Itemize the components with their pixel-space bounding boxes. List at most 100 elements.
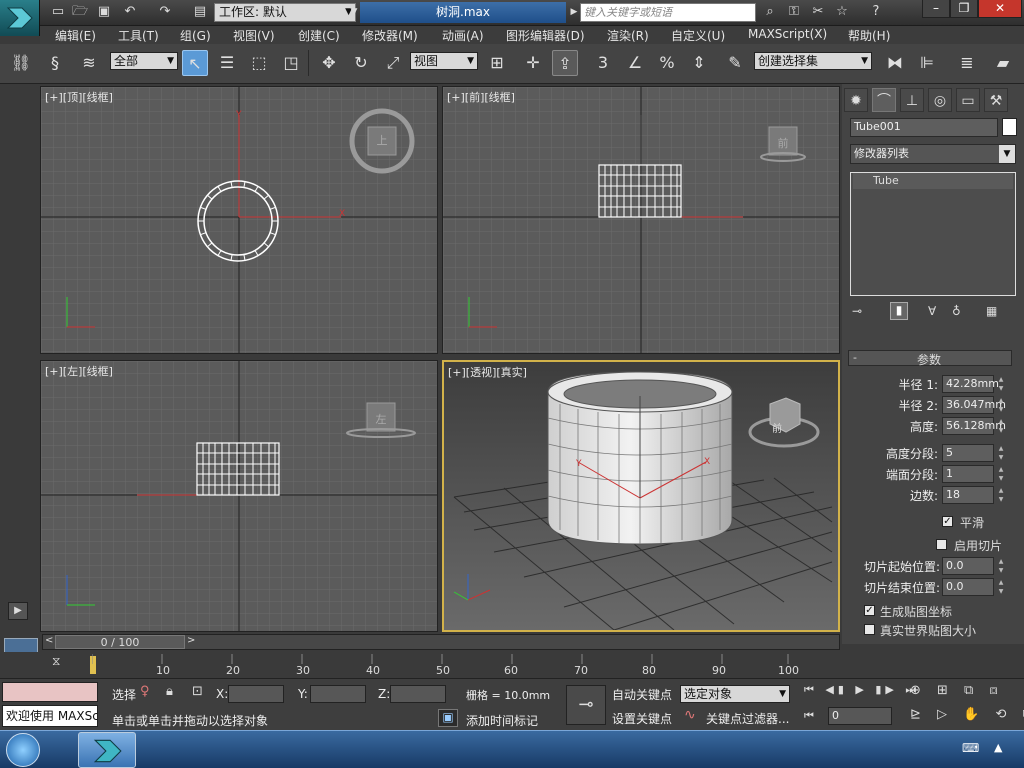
star-icon[interactable]: ☆ — [832, 3, 852, 21]
viewport-label[interactable]: [+][透视][真实] — [448, 364, 527, 380]
view-cube-label[interactable]: 左 — [374, 411, 388, 427]
spinner-icon[interactable]: ▲ ▼ — [997, 465, 1005, 483]
named-selection-dropdown[interactable]: 创建选择集 ▼ — [754, 52, 872, 70]
viewport-front[interactable]: [+][前][线框] 前 — [442, 86, 840, 354]
height-segments-field[interactable]: 5 — [942, 444, 994, 462]
radius1-field[interactable]: 42.28mm — [942, 375, 999, 393]
configure-modifier-sets-icon[interactable]: ▦ — [986, 304, 997, 318]
app-menu-button[interactable] — [0, 0, 40, 36]
time-slider-thumb[interactable]: 0 / 100 — [55, 635, 185, 649]
tray-arrow-icon[interactable]: ▲ — [994, 741, 1002, 754]
menu-maxscript[interactable]: MAXScript(X) — [748, 27, 827, 41]
maximize-button[interactable]: ❐ — [950, 0, 978, 18]
bind-space-warp-icon[interactable]: ≋ — [76, 50, 102, 76]
curve-editor-icon[interactable]: ⧖ — [52, 654, 72, 674]
spinner-icon[interactable]: ▲ ▼ — [997, 375, 1005, 393]
x-coord-field[interactable] — [228, 685, 284, 703]
set-key-button[interactable]: 设置关键点 — [612, 710, 672, 727]
spinner-icon[interactable]: ▲ ▼ — [997, 417, 1005, 435]
play-arrow-icon[interactable]: ▶ — [8, 602, 28, 620]
modify-tab-icon[interactable]: ⌒ — [872, 88, 896, 112]
keyboard-shortcut-override-icon[interactable]: ⇪ — [552, 50, 578, 76]
snap-toggle-icon[interactable]: 3 — [590, 50, 616, 76]
save-file-icon[interactable]: ▣ — [94, 3, 114, 21]
workspace-dropdown[interactable]: 工作区: 默认 ▼ — [214, 3, 356, 22]
display-tab-icon[interactable]: ▭ — [956, 88, 980, 112]
modifier-list-dropdown[interactable]: 修改器列表 ▼ — [850, 144, 1016, 164]
view-cube-label[interactable]: 前 — [770, 420, 784, 435]
keyboard-icon[interactable]: ⌨ — [962, 741, 979, 755]
menu-modifiers[interactable]: 修改器(M) — [362, 27, 418, 44]
isolate-selection-icon[interactable]: ♀ — [140, 684, 150, 699]
undo-icon[interactable]: ↶ — [120, 3, 140, 21]
spinner-icon[interactable]: ▲ ▼ — [997, 486, 1005, 504]
smooth-checkbox[interactable]: ✓ — [942, 516, 953, 527]
lock-selection-icon[interactable]: 🔒︎ — [166, 684, 173, 699]
minimize-button[interactable]: – — [922, 0, 950, 18]
absolute-mode-icon[interactable]: ⊡ — [192, 684, 203, 699]
search-input[interactable]: 键入关键字或短语 — [580, 3, 756, 22]
menu-help[interactable]: 帮助(H) — [848, 27, 890, 44]
edit-named-selection-icon[interactable]: ✎ — [722, 50, 748, 76]
menu-view[interactable]: 视图(V) — [233, 27, 275, 44]
scale-icon[interactable]: ⤢ — [380, 50, 406, 76]
time-tag-icon[interactable]: ▣ — [438, 709, 458, 727]
taskbar-app-max[interactable] — [78, 732, 136, 768]
maxscript-listener[interactable]: 欢迎使用 MAXSc — [2, 705, 98, 727]
select-manipulate-icon[interactable]: ✛ — [520, 50, 546, 76]
pivot-center-icon[interactable]: ⊞ — [484, 50, 510, 76]
angle-snap-icon[interactable]: ∠ — [622, 50, 648, 76]
open-file-icon[interactable]: 🗁 — [70, 3, 90, 21]
layer-manager-icon[interactable]: ≣ — [954, 50, 980, 76]
new-file-icon[interactable]: ▭ — [48, 3, 68, 21]
sides-field[interactable]: 18 — [942, 486, 994, 504]
spinner-icon[interactable]: ▲ ▼ — [997, 444, 1005, 462]
key-filter-target-dropdown[interactable]: 选定对象 ▼ — [680, 685, 790, 703]
tools-icon[interactable]: ✂ — [808, 3, 828, 21]
make-unique-icon[interactable]: ∀ — [928, 304, 936, 318]
spinner-icon[interactable]: ▲ ▼ — [997, 396, 1005, 414]
slice-on-checkbox[interactable] — [936, 539, 947, 550]
menu-customize[interactable]: 自定义(U) — [671, 27, 725, 44]
reference-coord-dropdown[interactable]: 视图 ▼ — [410, 52, 478, 70]
select-object-icon[interactable]: ↖ — [182, 50, 208, 76]
unlink-icon[interactable]: § — [42, 50, 68, 76]
menu-edit[interactable]: 编辑(E) — [55, 27, 96, 44]
next-frame-icon[interactable]: > — [187, 635, 195, 646]
render-icon[interactable]: ▰ — [990, 50, 1016, 76]
playback-controls[interactable]: ⏮ ◀▮ ▶ ▮▶ ⏭ — [804, 683, 919, 697]
cap-segments-field[interactable]: 1 — [942, 465, 994, 483]
view-cube-label[interactable]: 上 — [375, 132, 389, 148]
menu-tools[interactable]: 工具(T) — [118, 27, 159, 44]
binoculars-icon[interactable]: ⌕ — [760, 3, 780, 21]
redo-icon[interactable]: ↷ — [155, 3, 175, 21]
remove-modifier-icon[interactable]: ♁ — [952, 304, 961, 318]
selection-filter-dropdown[interactable]: 全部 ▼ — [110, 52, 178, 70]
window-crossing-icon[interactable]: ◳ — [278, 50, 304, 76]
motion-tab-icon[interactable]: ◎ — [928, 88, 952, 112]
viewport-label[interactable]: [+][顶][线框] — [45, 89, 113, 105]
spinner-icon[interactable]: ▲ ▼ — [997, 578, 1005, 596]
key-mode-icon[interactable]: ⏮ — [804, 709, 814, 723]
set-key-icon[interactable]: ⊸ — [566, 685, 606, 725]
viewport-left[interactable]: [+][左][线框] 左 — [40, 360, 438, 632]
prev-frame-icon[interactable]: < — [45, 635, 53, 646]
viewport-perspective[interactable]: Y X [+][透视][真实] 前 — [442, 360, 840, 632]
view-cube-label[interactable]: 前 — [776, 135, 790, 151]
percent-snap-icon[interactable]: % — [654, 50, 680, 76]
link-icon[interactable]: ⛓ — [8, 50, 34, 76]
help-icon[interactable]: ? — [866, 3, 886, 21]
object-name-field[interactable]: Tube001 — [850, 118, 998, 137]
object-color-swatch[interactable] — [1002, 118, 1017, 136]
maxscript-listener-top[interactable] — [2, 682, 98, 702]
z-coord-field[interactable] — [390, 685, 446, 703]
select-by-name-icon[interactable]: ☰ — [214, 50, 240, 76]
rotate-icon[interactable]: ↻ — [348, 50, 374, 76]
add-time-tag-label[interactable]: 添加时间标记 — [466, 712, 538, 729]
mirror-icon[interactable]: ⧓ — [882, 50, 908, 76]
utilities-tab-icon[interactable]: ⚒ — [984, 88, 1008, 112]
viewport-label[interactable]: [+][前][线框] — [447, 89, 515, 105]
y-coord-field[interactable] — [310, 685, 366, 703]
current-frame-field[interactable]: 0 — [828, 707, 892, 725]
gen-mapping-checkbox[interactable]: ✓ — [864, 605, 875, 616]
